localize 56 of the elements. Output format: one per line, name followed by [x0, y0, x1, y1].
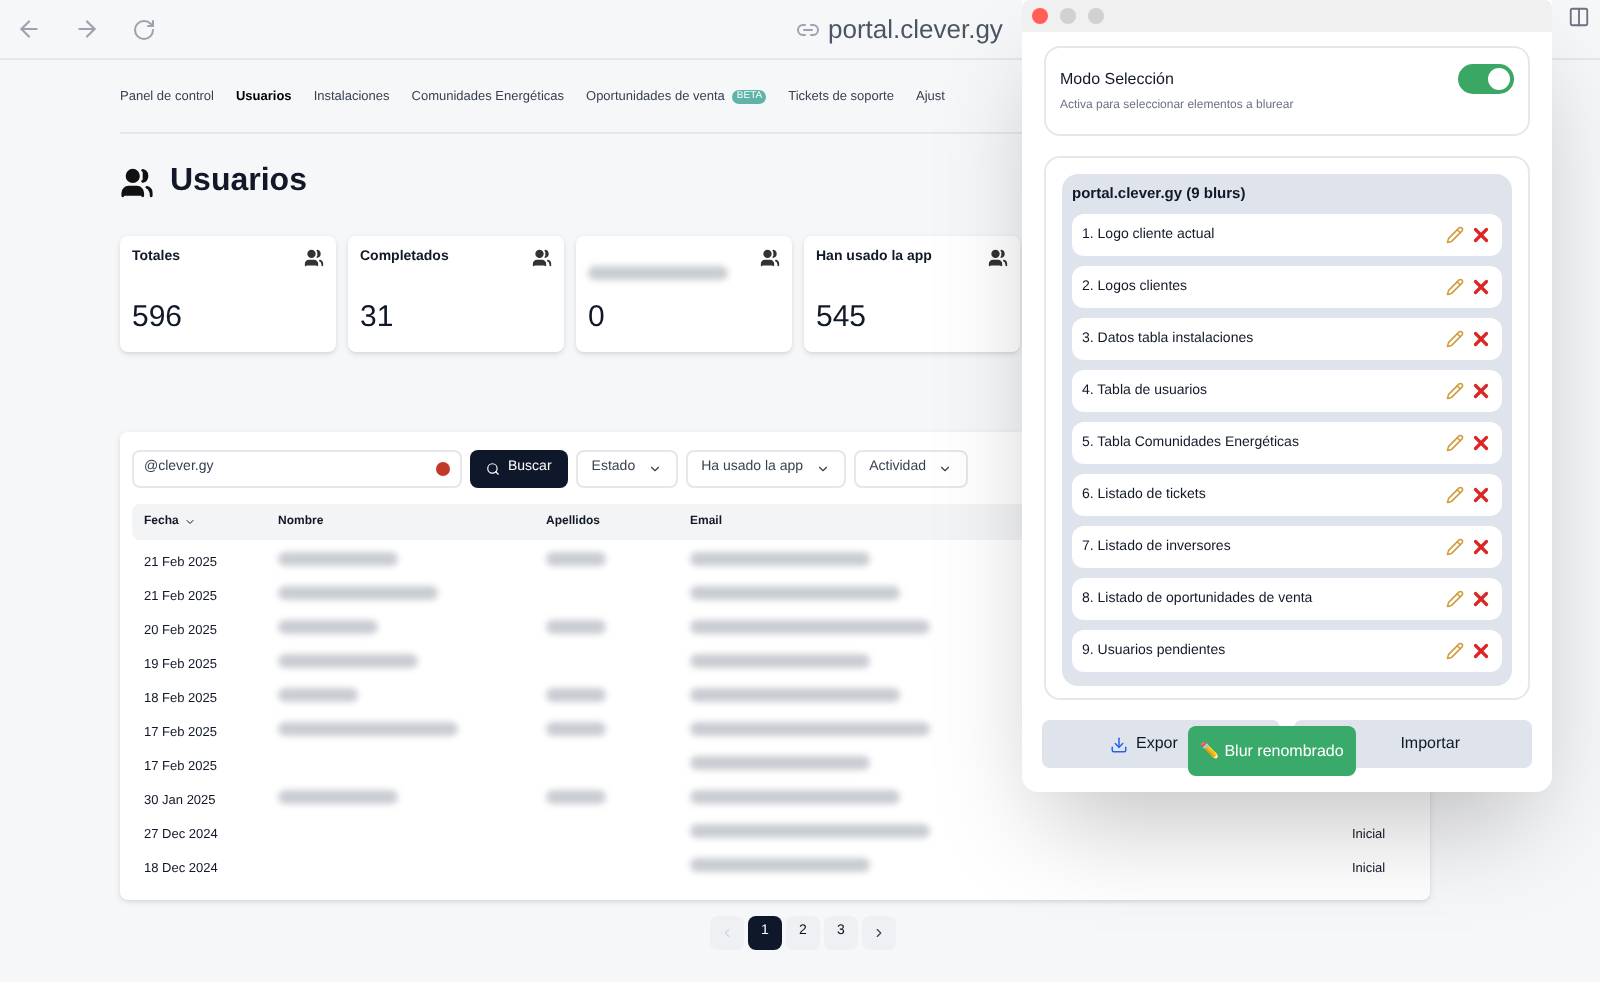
users-icon [760, 248, 780, 268]
edit-icon[interactable] [1446, 434, 1464, 453]
blurred-text [546, 552, 606, 567]
delete-icon[interactable] [1470, 588, 1492, 611]
sort-icon [184, 516, 197, 528]
users-icon [988, 248, 1008, 268]
blurred-text [278, 688, 358, 703]
delete-icon[interactable] [1470, 380, 1492, 403]
chevron-icon [647, 462, 662, 476]
stat-value: 31 [360, 297, 396, 337]
chevron-right-icon [872, 926, 886, 940]
blurred-text [278, 620, 378, 635]
blurred-text [546, 790, 606, 805]
chevron-left-icon [720, 926, 734, 940]
page-title: Usuarios [170, 162, 307, 202]
edit-icon[interactable] [1446, 382, 1464, 401]
edit-icon[interactable] [1446, 590, 1464, 609]
edit-icon[interactable] [1446, 538, 1464, 557]
delete-icon[interactable] [1470, 328, 1492, 351]
delete-icon[interactable] [1470, 276, 1492, 299]
blurred-text [546, 620, 606, 635]
download-icon [1110, 735, 1128, 753]
blurred-text [546, 688, 606, 703]
users-icon [120, 165, 154, 199]
edit-icon[interactable] [1446, 330, 1464, 349]
reload-icon[interactable] [132, 17, 156, 41]
back-icon[interactable] [16, 16, 42, 42]
edit-icon[interactable] [1446, 642, 1464, 661]
delete-icon[interactable] [1470, 484, 1492, 507]
stat-value: 0 [588, 298, 607, 338]
blurred-text [278, 654, 418, 669]
blurred-text [588, 266, 728, 280]
blurred-text [546, 722, 606, 737]
chevron-icon [815, 462, 830, 476]
delete-icon[interactable] [1470, 224, 1492, 247]
edit-icon[interactable] [1446, 278, 1464, 297]
edit-icon[interactable] [1446, 226, 1464, 245]
url-text[interactable]: portal.clever.gy [828, 9, 1003, 49]
next-page-button[interactable] [862, 916, 896, 950]
blurred-text [278, 790, 398, 805]
mode-title: Modo Selección [1060, 67, 1174, 91]
chevron-icon [937, 462, 952, 476]
delete-icon[interactable] [1470, 536, 1492, 559]
stat-value: 596 [132, 297, 185, 337]
delete-icon[interactable] [1470, 640, 1492, 663]
users-icon [304, 248, 324, 268]
blurred-text [278, 552, 398, 567]
selection-toggle[interactable] [1458, 64, 1514, 94]
sidebar-icon[interactable] [1568, 6, 1590, 28]
edit-icon[interactable] [1446, 486, 1464, 505]
toast-notification: ✏ Blur renombrado [1188, 726, 1356, 776]
stat-value: 545 [816, 297, 869, 337]
forward-icon[interactable] [74, 16, 100, 42]
delete-icon[interactable] [1470, 432, 1492, 455]
users-icon [532, 248, 552, 268]
search-icon [486, 462, 500, 476]
